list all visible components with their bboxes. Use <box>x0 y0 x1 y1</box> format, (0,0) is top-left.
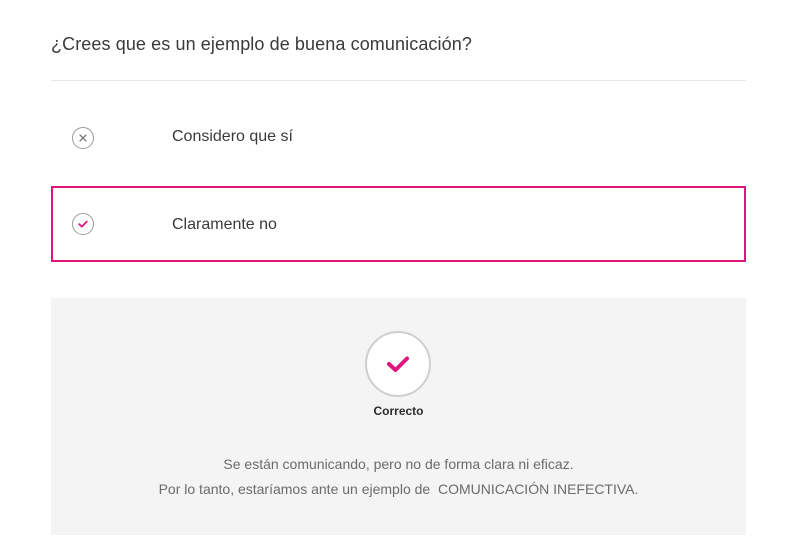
check-icon <box>72 213 94 235</box>
answer-option-2[interactable]: Claramente no <box>51 186 746 262</box>
question-title: ¿Crees que es un ejemplo de buena comuni… <box>51 34 472 54</box>
close-icon <box>72 127 94 149</box>
feedback-panel: Correcto Se están comunicando, pero no d… <box>51 298 746 535</box>
check-icon <box>365 331 431 397</box>
feedback-text: Se están comunicando, pero no de forma c… <box>51 452 746 502</box>
answer-option-1[interactable]: Considero que sí <box>51 100 746 176</box>
answer-option-label: Claramente no <box>172 216 277 233</box>
divider <box>51 80 746 81</box>
answer-option-label: Considero que sí <box>172 128 293 145</box>
feedback-line: Se están comunicando, pero no de forma c… <box>223 456 574 472</box>
feedback-status: Correcto <box>373 404 424 418</box>
feedback-line: Por lo tanto, estaríamos ante un ejemplo… <box>158 481 639 497</box>
